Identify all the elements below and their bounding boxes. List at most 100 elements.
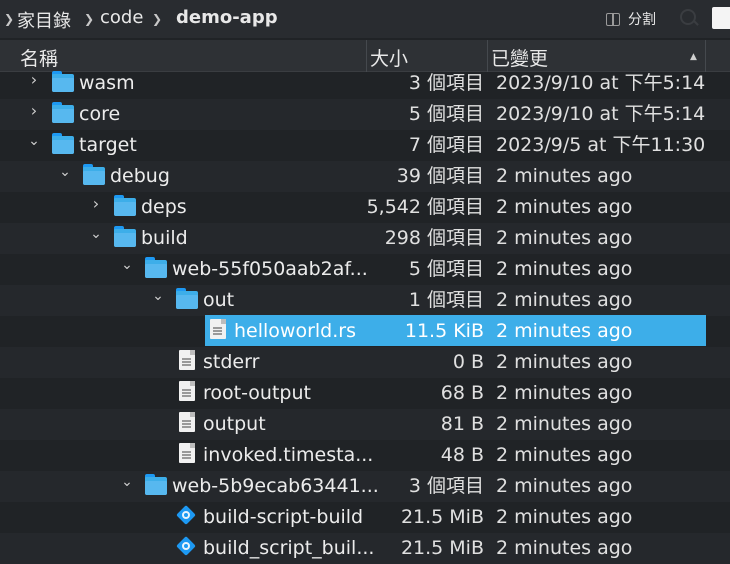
- folder-icon: [176, 288, 198, 309]
- breadcrumb-code[interactable]: code: [100, 7, 143, 28]
- item-modified: 2 minutes ago: [496, 444, 633, 466]
- item-modified: 2 minutes ago: [496, 506, 633, 528]
- file-row[interactable]: helloworld.rs 11.5 KiB 2 minutes ago: [0, 315, 730, 347]
- folder-row[interactable]: › core 5 個項目 2023/9/10 at 下午5:14: [0, 99, 730, 130]
- item-modified: 2 minutes ago: [496, 289, 633, 311]
- file-row[interactable]: root-output 68 B 2 minutes ago: [0, 378, 730, 409]
- item-name: stderr: [203, 351, 260, 373]
- item-name: web-5b9ecab63441...: [172, 475, 379, 497]
- folder-row[interactable]: ⌄ debug 39 個項目 2 minutes ago: [0, 161, 730, 192]
- folder-icon: [114, 226, 136, 247]
- file-row[interactable]: output 81 B 2 minutes ago: [0, 409, 730, 440]
- folder-row[interactable]: ⌄ web-55f050aab2af... 5 個項目 2 minutes ago: [0, 254, 730, 285]
- item-size: 21.5 MiB: [400, 537, 484, 559]
- item-modified: 2 minutes ago: [496, 227, 633, 249]
- collapse-chevron-icon[interactable]: ⌄: [90, 226, 102, 242]
- item-modified: 2023/9/10 at 下午5:14: [496, 103, 706, 125]
- file-icon: [207, 319, 229, 340]
- folder-row[interactable]: ⌄ out 1 個項目 2 minutes ago: [0, 285, 730, 316]
- folder-icon: [145, 474, 167, 495]
- file-row[interactable]: stderr 0 B 2 minutes ago: [0, 347, 730, 378]
- folder-row[interactable]: ⌄ web-5b9ecab63441... 3 個項目 2 minutes ago: [0, 471, 730, 502]
- breadcrumb-home[interactable]: 家目錄: [17, 7, 71, 33]
- file-icon: [176, 350, 198, 371]
- item-size: 1 個項目: [408, 289, 484, 311]
- folder-row[interactable]: ⌄ target 7 個項目 2023/9/5 at 下午11:30: [0, 130, 730, 161]
- folder-icon: [114, 195, 136, 216]
- breadcrumb-current[interactable]: demo-app: [176, 7, 278, 28]
- item-size: 11.5 KiB: [404, 320, 484, 342]
- sort-ascending-icon: ▲: [690, 52, 697, 62]
- item-size: 39 個項目: [396, 165, 484, 187]
- collapse-chevron-icon[interactable]: ⌄: [152, 288, 164, 304]
- expand-chevron-icon[interactable]: ›: [90, 194, 102, 213]
- item-size: 298 個項目: [384, 227, 484, 249]
- item-name: build-script-build: [203, 506, 364, 528]
- executable-icon: [176, 505, 198, 526]
- item-modified: 2023/9/5 at 下午11:30: [496, 134, 706, 156]
- file-icon: [176, 443, 198, 464]
- item-name: target: [79, 134, 137, 156]
- item-size: 5 個項目: [408, 258, 484, 280]
- item-size: 68 B: [440, 382, 484, 404]
- folder-row[interactable]: ⌄ build 298 個項目 2 minutes ago: [0, 223, 730, 254]
- collapse-chevron-icon[interactable]: ⌄: [121, 257, 133, 273]
- item-size: 3 個項目: [408, 72, 484, 94]
- split-view-icon: [606, 12, 620, 26]
- item-name: helloworld.rs: [234, 320, 356, 342]
- item-modified: 2 minutes ago: [496, 351, 633, 373]
- item-name: core: [79, 103, 121, 125]
- folder-icon: [52, 71, 74, 92]
- folder-icon: [145, 257, 167, 278]
- expand-chevron-icon[interactable]: ›: [28, 101, 40, 120]
- search-icon[interactable]: [680, 9, 696, 25]
- chevron-right-icon: ❯: [152, 12, 163, 26]
- chevron-right-icon: ❯: [84, 12, 95, 26]
- item-size: 5,542 個項目: [366, 196, 484, 218]
- item-size: 5 個項目: [408, 103, 484, 125]
- item-modified: 2 minutes ago: [496, 196, 633, 218]
- item-size: 3 個項目: [408, 475, 484, 497]
- split-button-label: 分割: [628, 12, 656, 28]
- item-name: debug: [110, 165, 170, 187]
- file-row[interactable]: build-script-build 21.5 MiB 2 minutes ago: [0, 502, 730, 533]
- folder-icon: [52, 102, 74, 123]
- document-icon[interactable]: [712, 7, 730, 29]
- collapse-chevron-icon[interactable]: ⌄: [28, 133, 40, 149]
- item-size: 0 B: [452, 351, 484, 373]
- item-modified: 2 minutes ago: [496, 382, 633, 404]
- item-name: build_script_buil...: [203, 537, 375, 559]
- file-row[interactable]: build_script_buil... 21.5 MiB 2 minutes ag…: [0, 533, 730, 564]
- item-modified: 2 minutes ago: [496, 258, 633, 280]
- folder-icon: [83, 164, 105, 185]
- item-name: deps: [141, 196, 187, 218]
- item-modified: 2 minutes ago: [496, 537, 633, 559]
- item-name: invoked.timesta...: [203, 444, 374, 466]
- folder-icon: [52, 133, 74, 154]
- folder-row[interactable]: › deps 5,542 個項目 2 minutes ago: [0, 192, 730, 223]
- item-size: 21.5 MiB: [400, 506, 484, 528]
- item-modified: 2023/9/10 at 下午5:14: [496, 72, 706, 94]
- file-row[interactable]: invoked.timesta... 48 B 2 minutes ago: [0, 440, 730, 471]
- item-name: root-output: [203, 382, 311, 404]
- item-size: 7 個項目: [408, 134, 484, 156]
- folder-row[interactable]: › wasm 3 個項目 2023/9/10 at 下午5:14: [0, 68, 730, 99]
- split-button[interactable]: 分割: [606, 8, 656, 30]
- chevron-right-icon: ❯: [4, 12, 15, 26]
- executable-icon: [176, 536, 198, 557]
- item-modified: 2 minutes ago: [496, 475, 633, 497]
- file-icon: [176, 381, 198, 402]
- expand-chevron-icon[interactable]: ›: [28, 70, 40, 89]
- item-name: out: [203, 289, 235, 311]
- item-size: 48 B: [440, 444, 484, 466]
- item-modified: 2 minutes ago: [496, 320, 633, 342]
- item-name: output: [203, 413, 266, 435]
- item-name: wasm: [79, 72, 135, 94]
- item-modified: 2 minutes ago: [496, 165, 633, 187]
- item-name: build: [141, 227, 188, 249]
- item-modified: 2 minutes ago: [496, 413, 633, 435]
- collapse-chevron-icon[interactable]: ⌄: [59, 164, 71, 180]
- toolbar: ❯ 家目錄 ❯ code ❯ demo-app 分割: [0, 0, 730, 38]
- collapse-chevron-icon[interactable]: ⌄: [121, 474, 133, 490]
- item-name: web-55f050aab2af...: [172, 258, 368, 280]
